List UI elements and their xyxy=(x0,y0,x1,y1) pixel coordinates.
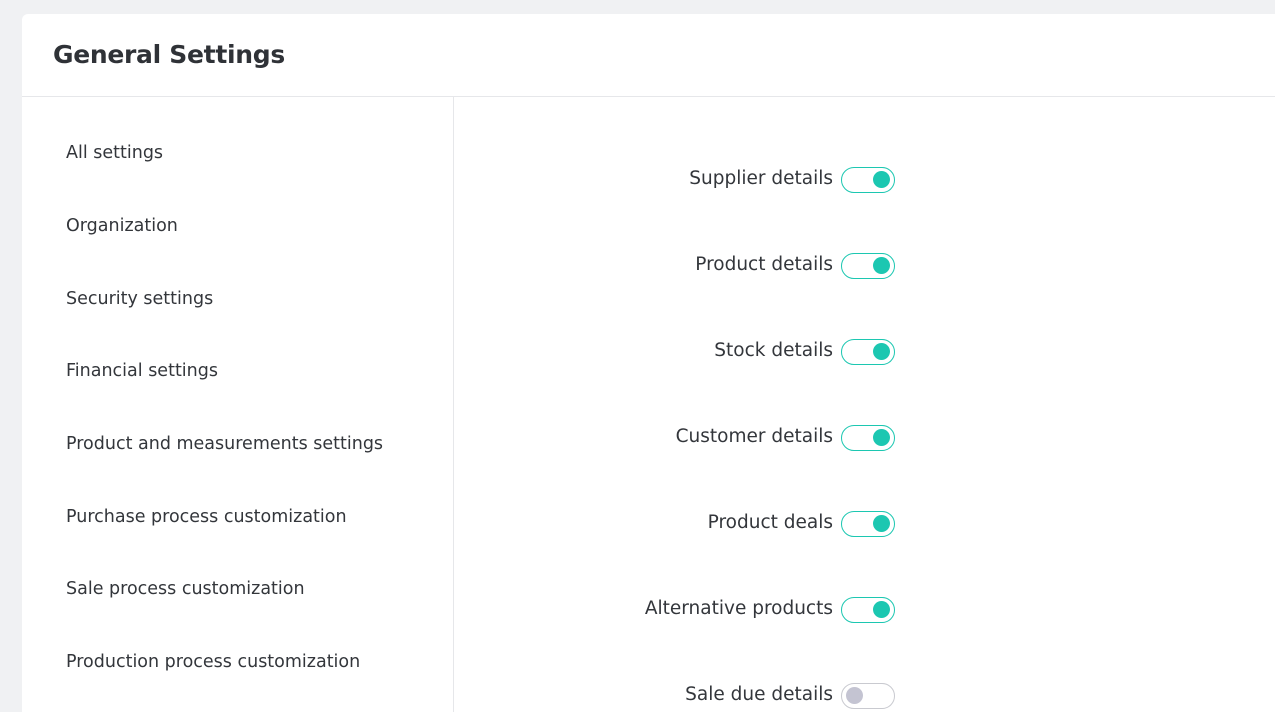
toggle-knob xyxy=(873,257,890,274)
product-details-toggle[interactable] xyxy=(841,253,895,279)
supplier-details-toggle[interactable] xyxy=(841,167,895,193)
sidebar-item-financial-settings[interactable]: Financial settings xyxy=(66,361,218,381)
toggle-knob xyxy=(873,171,890,188)
setting-label: Alternative products xyxy=(644,598,833,619)
sidebar-item-security-settings[interactable]: Security settings xyxy=(66,289,213,309)
setting-row-customer-details: Customer details xyxy=(454,423,914,453)
setting-row-sale-due-details: Sale due details xyxy=(454,681,914,711)
setting-label: Product details xyxy=(695,254,833,275)
setting-row-product-details: Product details xyxy=(454,251,914,281)
settings-content: Supplier details Product details Stock d… xyxy=(454,97,1275,712)
setting-label: Supplier details xyxy=(689,168,833,189)
setting-row-supplier-details: Supplier details xyxy=(454,165,914,195)
alternative-products-toggle[interactable] xyxy=(841,597,895,623)
setting-row-product-deals: Product deals xyxy=(454,509,914,539)
page-title: General Settings xyxy=(53,40,285,69)
sidebar-item-purchase-process-customization[interactable]: Purchase process customization xyxy=(66,507,347,527)
toggle-knob xyxy=(873,515,890,532)
sidebar-item-all-settings[interactable]: All settings xyxy=(66,143,163,163)
setting-row-alternative-products: Alternative products xyxy=(454,595,914,625)
customer-details-toggle[interactable] xyxy=(841,425,895,451)
sidebar-item-organization[interactable]: Organization xyxy=(66,216,178,236)
product-deals-toggle[interactable] xyxy=(841,511,895,537)
sidebar-item-product-measurements-settings[interactable]: Product and measurements settings xyxy=(66,434,383,454)
settings-sidebar: All settings Organization Security setti… xyxy=(22,97,454,712)
setting-label: Sale due details xyxy=(685,684,833,705)
sidebar-item-production-process-customization[interactable]: Production process customization xyxy=(66,652,360,672)
stock-details-toggle[interactable] xyxy=(841,339,895,365)
setting-label: Product deals xyxy=(707,512,833,533)
toggle-knob xyxy=(873,601,890,618)
card-header: General Settings xyxy=(22,14,1275,97)
setting-label: Stock details xyxy=(714,340,833,361)
toggle-knob xyxy=(873,429,890,446)
toggle-knob xyxy=(873,343,890,360)
sidebar-item-sale-process-customization[interactable]: Sale process customization xyxy=(66,579,305,599)
setting-label: Customer details xyxy=(675,426,833,447)
setting-row-stock-details: Stock details xyxy=(454,337,914,367)
toggle-knob xyxy=(846,687,863,704)
sale-due-details-toggle[interactable] xyxy=(841,683,895,709)
settings-card: General Settings All settings Organizati… xyxy=(22,14,1275,712)
